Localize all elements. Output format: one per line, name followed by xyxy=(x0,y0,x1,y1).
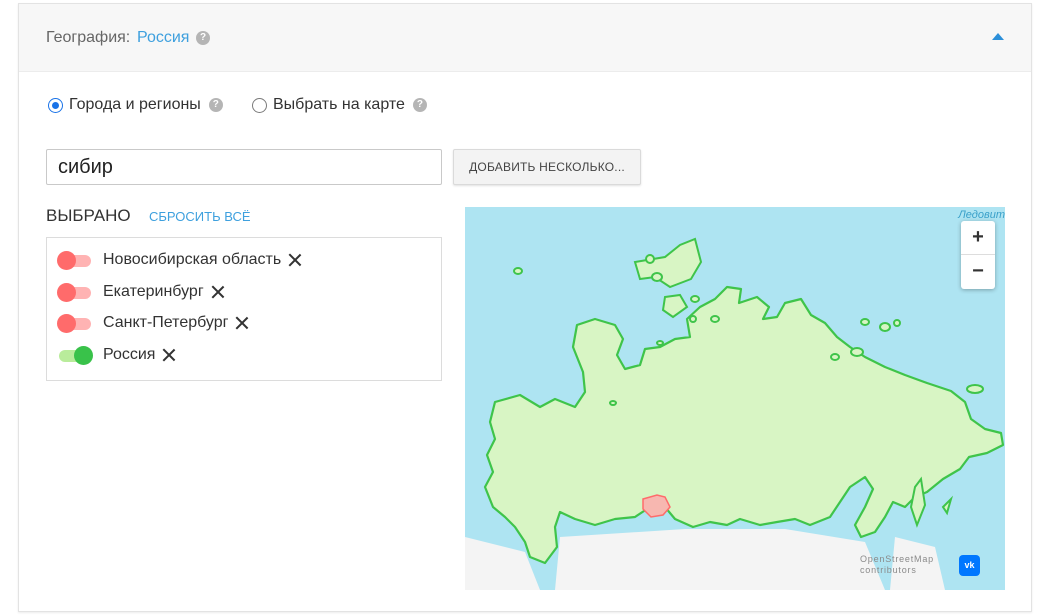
radio-map-indicator[interactable] xyxy=(252,97,267,113)
list-item-label: Новосибирская область xyxy=(103,251,282,268)
list-item: Санкт-Петербург xyxy=(57,314,250,333)
island-shape xyxy=(879,322,891,332)
land-shape xyxy=(555,529,885,590)
island-shape xyxy=(609,400,617,406)
novosibirsk-region-shape xyxy=(642,494,671,518)
island-shape xyxy=(513,267,523,275)
list-item-label: Россия xyxy=(103,346,156,363)
zoom-in-button[interactable]: + xyxy=(961,221,995,255)
toggle-switch[interactable] xyxy=(57,283,93,302)
island-shape xyxy=(661,293,689,319)
help-icon[interactable]: ? xyxy=(196,31,210,45)
list-item: Екатеринбург xyxy=(57,283,226,302)
island-shape xyxy=(633,237,703,289)
map-attribution[interactable]: OpenStreetMap contributors xyxy=(860,554,934,576)
island-shape xyxy=(860,318,870,326)
zoom-out-button[interactable]: − xyxy=(961,255,995,289)
russia-shape xyxy=(483,285,1005,565)
island-shape xyxy=(645,254,655,264)
ocean-label: Ледовит xyxy=(958,209,1005,221)
radio-regions[interactable]: Города и регионы ? xyxy=(48,96,223,114)
remove-icon[interactable] xyxy=(161,347,177,363)
region-map[interactable]: Ледовит + − OpenStreetMap contributors v… xyxy=(465,207,1005,590)
geography-label: География: xyxy=(46,29,131,46)
attribution-line1: OpenStreetMap xyxy=(860,554,934,564)
attribution-line2: contributors xyxy=(860,565,917,575)
list-item-label: Екатеринбург xyxy=(103,283,204,300)
island-shape xyxy=(830,353,840,361)
selected-title: ВЫБРАНО xyxy=(46,206,131,225)
island-shape xyxy=(966,384,984,394)
list-item: Россия xyxy=(57,346,177,365)
geography-value[interactable]: Россия xyxy=(137,29,189,47)
radio-map[interactable]: Выбрать на карте ? xyxy=(252,96,427,114)
toggle-switch[interactable] xyxy=(57,346,93,365)
help-icon[interactable]: ? xyxy=(412,98,427,112)
island-shape xyxy=(651,272,663,282)
island-shape xyxy=(850,347,864,357)
radio-map-label[interactable]: Выбрать на карте xyxy=(273,96,405,114)
vk-logo-icon[interactable]: vk xyxy=(959,555,980,576)
radio-regions-indicator[interactable] xyxy=(48,97,63,113)
list-item-label: Санкт-Петербург xyxy=(103,314,229,331)
region-search-input[interactable] xyxy=(46,149,442,185)
map-canvas xyxy=(465,237,1005,590)
radio-regions-label[interactable]: Города и регионы xyxy=(69,96,201,114)
remove-icon[interactable] xyxy=(210,284,226,300)
toggle-switch[interactable] xyxy=(57,251,93,270)
island-shape xyxy=(656,340,664,346)
island-shape xyxy=(893,319,901,327)
reset-all-link[interactable]: СБРОСИТЬ ВСЁ xyxy=(149,209,251,224)
island-shape xyxy=(689,315,697,323)
remove-icon[interactable] xyxy=(234,315,250,331)
zoom-control: + − xyxy=(961,221,995,289)
island-shape xyxy=(710,315,720,323)
selected-list: Новосибирская область Екатеринбург Санкт… xyxy=(46,237,442,381)
add-multiple-button[interactable]: ДОБАВИТЬ НЕСКОЛЬКО... xyxy=(453,149,641,185)
list-item: Новосибирская область xyxy=(57,251,303,270)
help-icon[interactable]: ? xyxy=(208,98,223,112)
remove-icon[interactable] xyxy=(287,252,303,268)
collapse-arrow-icon[interactable] xyxy=(992,33,1004,40)
geography-card: География: Россия ? Города и регионы ? В… xyxy=(18,3,1032,612)
island-shape xyxy=(941,495,954,516)
island-shape xyxy=(690,295,700,303)
toggle-switch[interactable] xyxy=(57,314,93,333)
card-header[interactable]: География: Россия ? xyxy=(19,4,1031,72)
